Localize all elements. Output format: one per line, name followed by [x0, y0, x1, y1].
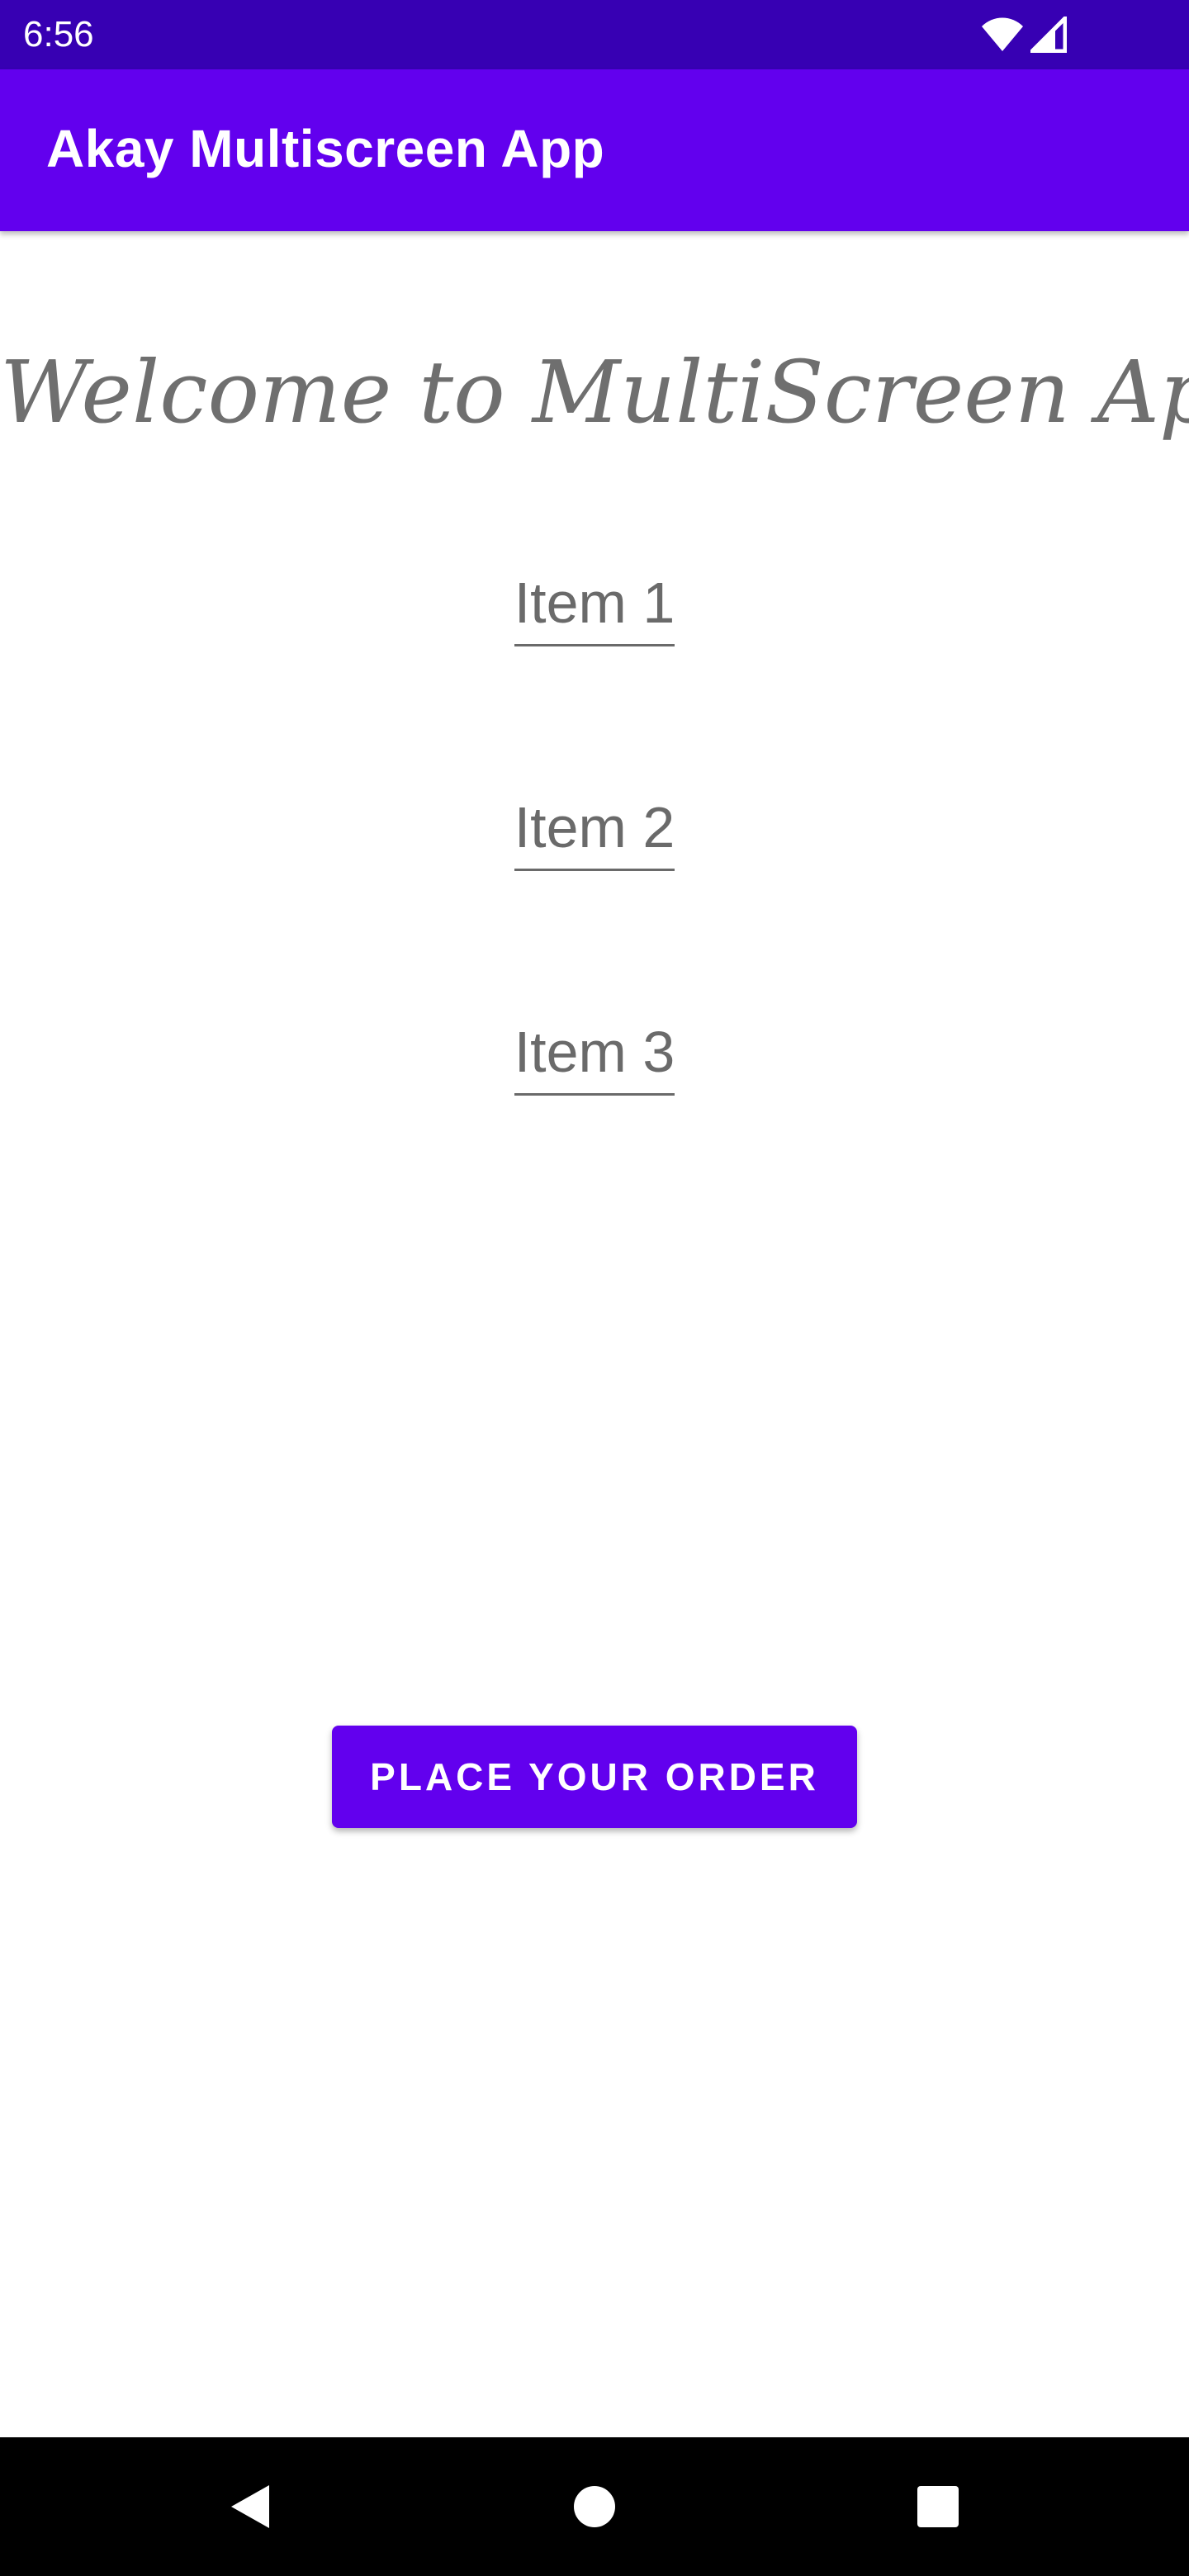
item-3-field[interactable]: Item 3: [514, 1016, 675, 1096]
place-order-button[interactable]: PLACE YOUR ORDER: [332, 1726, 857, 1828]
app-bar: Akay Multiscreen App: [0, 69, 1189, 231]
home-icon[interactable]: [561, 2474, 628, 2540]
status-icons: [981, 15, 1067, 54]
recents-icon[interactable]: [905, 2474, 971, 2540]
back-icon[interactable]: [216, 2474, 282, 2540]
wifi-icon: [981, 17, 1024, 53]
app-screen: 6:56 Akay Multiscreen App Welcome to Mul…: [0, 0, 1189, 2576]
status-time: 6:56: [23, 14, 94, 54]
app-title: Akay Multiscreen App: [46, 119, 605, 178]
list-item: Item 2: [0, 791, 1189, 871]
navigation-bar: [0, 2437, 1189, 2576]
item-2-field[interactable]: Item 2: [514, 791, 675, 871]
cell-signal-icon: [1030, 17, 1067, 53]
item-1-field[interactable]: Item 1: [514, 566, 675, 646]
place-order-button-label: PLACE YOUR ORDER: [370, 1755, 819, 1798]
list-item: Item 3: [0, 1016, 1189, 1096]
welcome-heading: Welcome to MultiScreen App: [0, 342, 1189, 443]
status-bar: 6:56: [0, 0, 1189, 69]
list-item: Item 1: [0, 566, 1189, 646]
